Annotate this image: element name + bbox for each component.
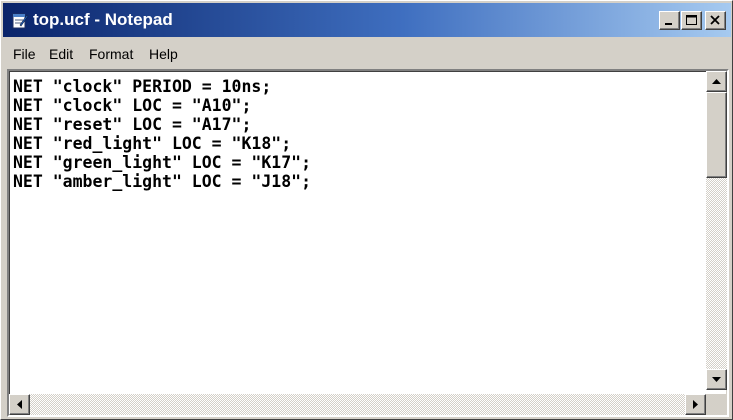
arrow-left-icon	[17, 400, 22, 409]
window-title: top.ucf - Notepad	[33, 10, 173, 29]
editor-line: NET "red_light" LOC = "K18";	[13, 134, 292, 153]
vertical-scroll-thumb[interactable]	[706, 92, 727, 178]
menu-format[interactable]: Format	[89, 45, 133, 63]
menu-file[interactable]: File	[13, 45, 36, 63]
minimize-icon	[665, 23, 672, 25]
editor-line: NET "clock" PERIOD = 10ns;	[13, 77, 272, 96]
size-grip[interactable]	[706, 394, 727, 415]
scroll-left-button[interactable]	[9, 394, 30, 415]
horizontal-scrollbar[interactable]	[9, 394, 706, 415]
scroll-down-button[interactable]	[706, 369, 727, 390]
close-button[interactable]	[705, 11, 726, 30]
editor-line: NET "clock" LOC = "A10";	[13, 96, 252, 115]
maximize-button[interactable]	[681, 11, 702, 30]
editor-line: NET "green_light" LOC = "K17";	[13, 153, 312, 172]
notepad-window: top.ucf - Notepad File Edit Format Help …	[0, 0, 733, 420]
menu-bar: File Edit Format Help	[3, 39, 731, 67]
editor-frame: NET "clock" PERIOD = 10ns; NET "clock" LO…	[7, 69, 729, 417]
scroll-right-button[interactable]	[685, 394, 706, 415]
arrow-down-icon	[712, 377, 721, 382]
menu-help[interactable]: Help	[149, 45, 178, 63]
arrow-up-icon	[712, 79, 721, 84]
minimize-button[interactable]	[659, 11, 680, 30]
arrow-right-icon	[693, 400, 698, 409]
editor-line: NET "reset" LOC = "A17";	[13, 115, 252, 134]
scroll-up-button[interactable]	[706, 71, 727, 92]
text-editor[interactable]: NET "clock" PERIOD = 10ns; NET "clock" LO…	[13, 77, 703, 385]
menu-edit[interactable]: Edit	[49, 45, 73, 63]
close-icon	[710, 15, 720, 25]
notepad-icon[interactable]	[11, 11, 29, 29]
maximize-icon	[686, 15, 697, 25]
vertical-scrollbar[interactable]	[706, 71, 727, 390]
title-bar[interactable]: top.ucf - Notepad	[3, 3, 731, 37]
editor-line: NET "amber_light" LOC = "J18";	[13, 172, 312, 191]
